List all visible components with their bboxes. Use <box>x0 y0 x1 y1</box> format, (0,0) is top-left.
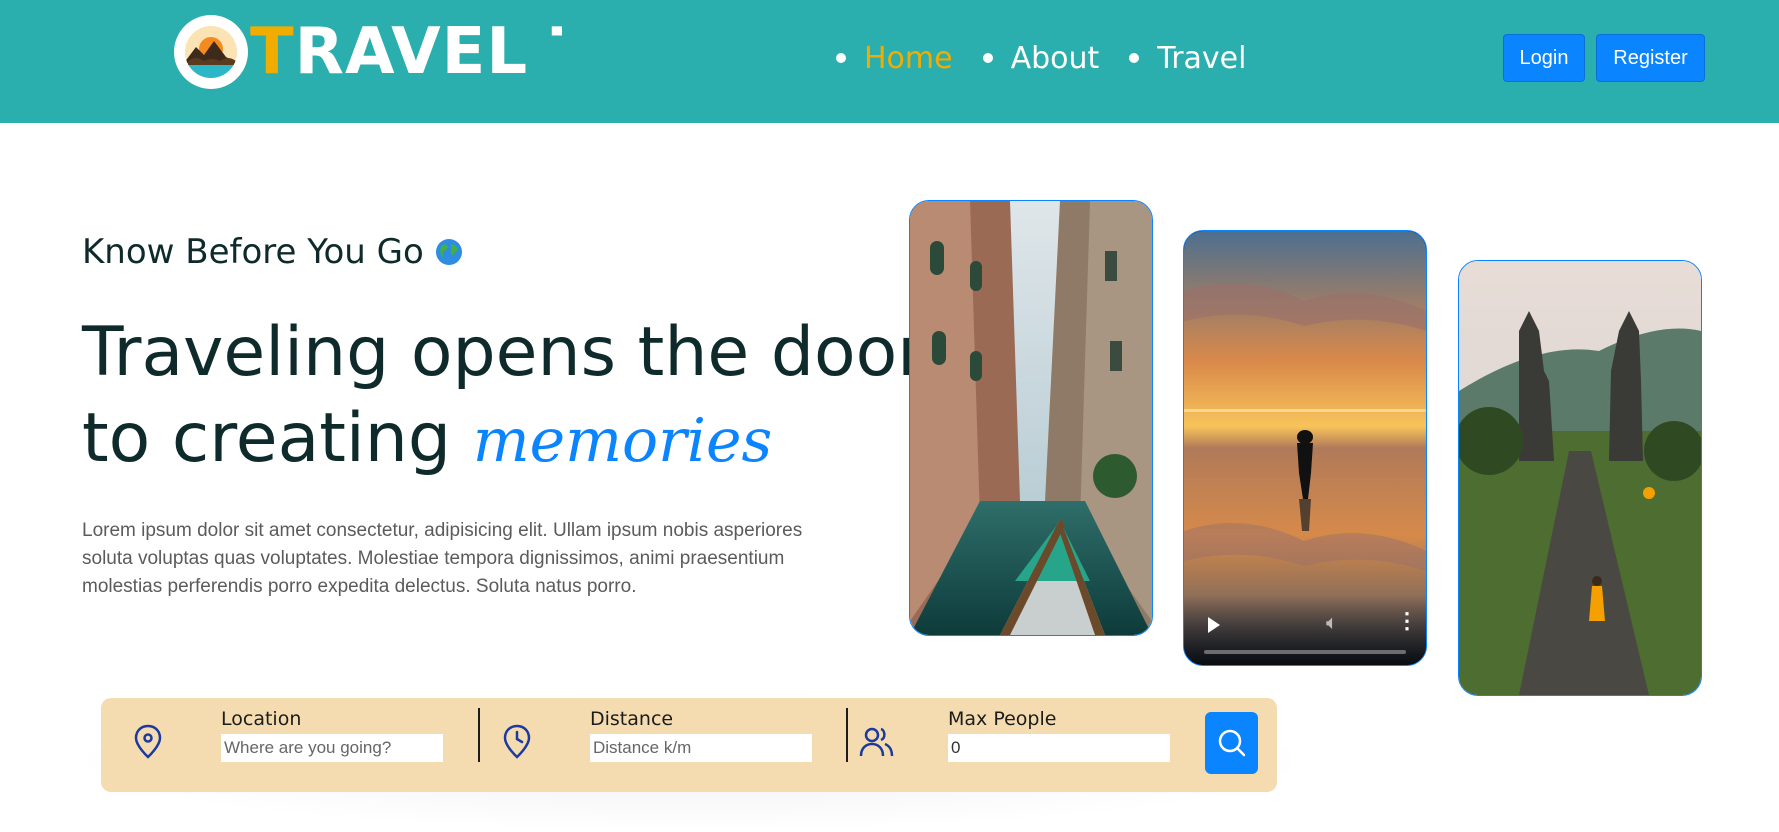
users-icon <box>859 727 894 757</box>
clock-icon <box>503 724 531 759</box>
main-nav: Home About Travel <box>836 36 1276 80</box>
max-people-label: Max People <box>948 708 1057 730</box>
headline-accent: memories <box>472 406 773 476</box>
max-people-input[interactable] <box>948 734 1170 762</box>
search-icon <box>1218 729 1245 757</box>
nav-item-about[interactable]: About <box>982 41 1099 76</box>
more-options-icon[interactable]: ⋮ <box>1396 609 1418 633</box>
gallery-image-temple-gate <box>1458 260 1702 696</box>
location-input[interactable] <box>221 734 443 762</box>
login-button[interactable]: Login <box>1503 34 1585 82</box>
location-label: Location <box>221 708 302 730</box>
map-pin-icon <box>134 724 162 759</box>
gallery-image-venice <box>909 200 1153 636</box>
nav-item-travel[interactable]: Travel <box>1129 41 1246 76</box>
distance-input[interactable] <box>590 734 812 762</box>
register-button[interactable]: Register <box>1596 34 1705 82</box>
island-sunset-icon <box>174 15 248 89</box>
logo-text: TRAVEL T <box>250 15 562 89</box>
bullet-icon <box>1129 53 1140 63</box>
bullet-icon <box>982 53 993 63</box>
search-bar: Location Distance Max People <box>101 698 1277 792</box>
globe-icon <box>435 239 462 265</box>
hero-headline: Traveling opens the door to creating mem… <box>82 313 926 478</box>
volume-icon[interactable]: 🔈︎ <box>1326 612 1338 635</box>
distance-label: Distance <box>590 708 674 730</box>
logo[interactable]: TRAVEL T <box>174 12 562 92</box>
play-icon[interactable] <box>1208 617 1220 633</box>
hero-description: Lorem ipsum dolor sit amet consectetur, … <box>82 520 803 597</box>
divider <box>846 708 848 762</box>
site-header: TRAVEL T Home About Travel Login Registe… <box>0 0 1779 123</box>
search-button[interactable] <box>1205 712 1258 774</box>
gallery-video-sunset[interactable]: 🔈︎ ⋮ <box>1183 230 1427 666</box>
bullet-icon <box>836 53 846 63</box>
video-controls: 🔈︎ ⋮ <box>1184 595 1426 665</box>
nav-item-home[interactable]: Home <box>836 41 953 76</box>
hero-subtitle: Know Before You Go <box>82 232 463 272</box>
divider <box>478 708 480 762</box>
video-progress-bar[interactable] <box>1204 650 1406 654</box>
